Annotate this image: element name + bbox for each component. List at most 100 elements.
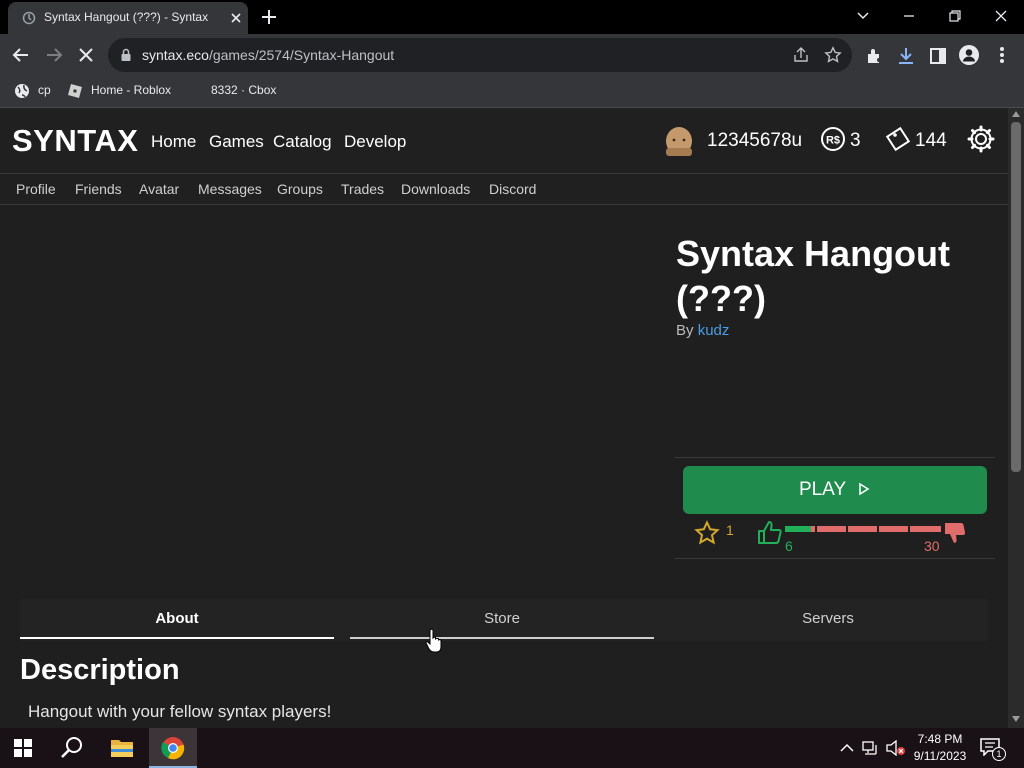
favorite-star-icon[interactable]	[694, 520, 720, 546]
tab-about[interactable]: About	[20, 599, 334, 641]
loading-favicon-icon	[22, 11, 36, 25]
restore-icon[interactable]	[942, 4, 968, 28]
scroll-down-icon[interactable]	[1012, 716, 1020, 722]
network-icon[interactable]	[862, 740, 880, 756]
search-icon[interactable]	[60, 736, 84, 760]
settings-gear-icon[interactable]	[967, 125, 995, 153]
page-scrollbar[interactable]	[1008, 108, 1024, 728]
volume-muted-icon[interactable]	[886, 740, 906, 756]
forward-icon[interactable]	[43, 44, 65, 66]
taskbar-clock[interactable]: 7:48 PM 9/11/2023	[905, 731, 975, 765]
site-navbar: SYNTAX Home Games Catalog Develop 123456…	[0, 108, 1008, 174]
subnav-profile[interactable]: Profile	[16, 181, 56, 197]
nav-home[interactable]: Home	[151, 132, 196, 152]
file-explorer-icon[interactable]	[110, 737, 134, 759]
share-icon[interactable]	[792, 46, 810, 64]
close-window-icon[interactable]	[988, 4, 1014, 28]
url-host: syntax.eco	[142, 47, 209, 63]
bookmarks-bar: cp Home - Roblox 8332 · Cbox	[0, 76, 1024, 108]
new-tab-icon[interactable]	[258, 6, 280, 28]
play-label: PLAY	[798, 479, 846, 500]
browser-tab[interactable]: Syntax Hangout (???) - Syntax	[8, 2, 248, 34]
action-center[interactable]: 1	[980, 738, 1006, 761]
browser-tab-strip: Syntax Hangout (???) - Syntax	[0, 0, 1024, 34]
play-button[interactable]: PLAY	[683, 466, 987, 514]
nav-develop[interactable]: Develop	[344, 132, 406, 152]
back-icon[interactable]	[10, 44, 32, 66]
tab-store-underline	[350, 637, 654, 639]
site-subnav: Profile Friends Avatar Messages Groups T…	[0, 174, 1008, 205]
subnav-friends[interactable]: Friends	[75, 181, 122, 197]
lock-icon[interactable]	[120, 48, 132, 62]
avatar[interactable]	[664, 126, 694, 160]
profile-icon[interactable]	[958, 44, 980, 66]
browser-toolbar: syntax.eco/games/2574/Syntax-Hangout	[0, 34, 1024, 76]
clock-time: 7:48 PM	[917, 732, 963, 746]
nav-catalog[interactable]: Catalog	[273, 132, 332, 152]
robux-icon[interactable]: R$	[820, 126, 846, 152]
bookmark-cbox[interactable]: 8332 · Cbox	[211, 83, 276, 97]
menu-dots-icon[interactable]	[992, 44, 1012, 66]
downvote-count: 30	[924, 538, 940, 554]
side-panel-icon[interactable]	[928, 46, 948, 66]
game-title: Syntax Hangout (???)	[676, 233, 951, 319]
site-logo[interactable]: SYNTAX	[12, 123, 138, 159]
close-tab-icon[interactable]	[226, 8, 246, 28]
bookmark-star-icon[interactable]	[824, 46, 842, 64]
thumbs-up-icon[interactable]	[756, 518, 784, 546]
notification-count: 1	[992, 747, 1006, 761]
globe-icon	[15, 84, 29, 98]
divider	[675, 457, 995, 458]
favorite-count: 1	[726, 522, 734, 538]
scroll-up-icon[interactable]	[1012, 111, 1020, 117]
thumbs-down-icon[interactable]	[942, 520, 968, 546]
game-byline: By kudz	[676, 322, 729, 339]
subnav-groups[interactable]: Groups	[277, 181, 323, 197]
svg-text:R$: R$	[826, 135, 840, 147]
subnav-trades[interactable]: Trades	[341, 181, 384, 197]
username[interactable]: 12345678u	[707, 130, 802, 152]
tab-about-underline	[20, 637, 334, 639]
subnav-downloads[interactable]: Downloads	[401, 181, 470, 197]
author-link[interactable]: kudz	[698, 322, 730, 339]
windows-start-icon[interactable]	[14, 739, 32, 757]
roblox-icon	[68, 84, 82, 98]
hand-cursor-icon	[425, 628, 442, 653]
bookmark-cp[interactable]: cp	[38, 83, 51, 97]
page-content: SYNTAX Home Games Catalog Develop 123456…	[0, 108, 1008, 728]
vote-ratio-bar	[785, 526, 941, 532]
by-label: By	[676, 322, 694, 339]
tab-servers[interactable]: Servers	[670, 599, 986, 641]
divider	[675, 558, 995, 559]
vote-up-fill	[785, 526, 811, 532]
windows-taskbar: 7:48 PM 9/11/2023 1	[0, 728, 1024, 768]
address-bar[interactable]: syntax.eco/games/2574/Syntax-Hangout	[108, 38, 852, 72]
game-thumbnail	[16, 218, 656, 578]
tray-chevron-up-icon[interactable]	[840, 742, 854, 754]
stop-loading-icon[interactable]	[75, 44, 97, 66]
robux-balance: 3	[850, 130, 861, 151]
scrollbar-thumb[interactable]	[1011, 122, 1021, 472]
game-tabs: About Store Servers	[20, 599, 988, 641]
url-path: /games/2574/Syntax-Hangout	[208, 47, 395, 63]
upvote-count: 6	[785, 538, 793, 554]
tab-search-icon[interactable]	[850, 4, 876, 28]
subnav-messages[interactable]: Messages	[198, 181, 262, 197]
subnav-discord[interactable]: Discord	[489, 181, 536, 197]
description-text: Hangout with your fellow syntax players!	[28, 702, 332, 721]
bookmark-home-roblox[interactable]: Home - Roblox	[91, 83, 171, 97]
download-icon[interactable]	[896, 46, 916, 66]
clock-date: 9/11/2023	[913, 749, 967, 763]
tickets-balance: 144	[915, 130, 947, 151]
chrome-taskbar-button[interactable]	[149, 728, 197, 768]
nav-games[interactable]: Games	[209, 132, 264, 152]
tab-store[interactable]: Store	[350, 599, 654, 641]
play-triangle-icon	[859, 482, 870, 496]
tickets-icon[interactable]	[884, 125, 912, 153]
minimize-icon[interactable]	[896, 4, 922, 28]
description-heading: Description	[20, 654, 180, 686]
subnav-avatar[interactable]: Avatar	[139, 181, 179, 197]
tab-title: Syntax Hangout (???) - Syntax	[44, 10, 209, 24]
chrome-icon	[161, 737, 185, 760]
extensions-icon[interactable]	[864, 46, 884, 66]
